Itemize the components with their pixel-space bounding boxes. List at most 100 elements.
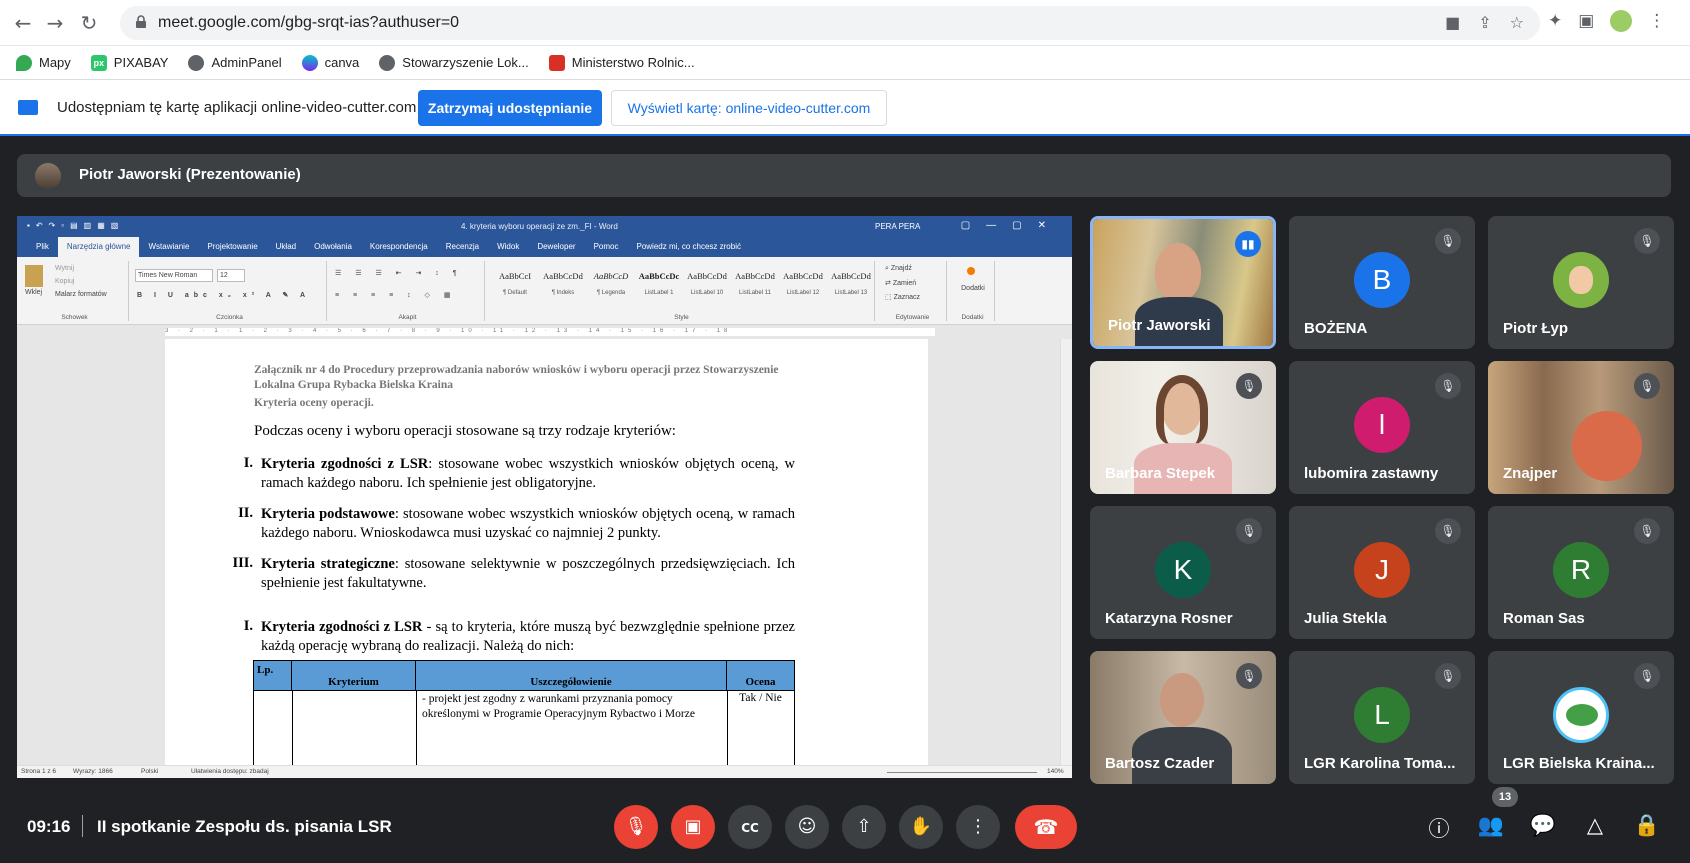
stop-sharing-button[interactable]: Zatrzymaj udostępnianie bbox=[418, 90, 602, 126]
tab-plik[interactable]: Plik bbox=[27, 237, 58, 257]
tab-recenzja[interactable]: Recenzja bbox=[437, 237, 488, 257]
font-name-box[interactable]: Times New Roman bbox=[135, 269, 213, 282]
select-button[interactable]: ⬚ Zaznacz bbox=[885, 293, 920, 301]
style-listlabel1[interactable]: AaBbCcDc ListLabel 1 bbox=[635, 265, 683, 305]
show-tab-button[interactable]: Wyświetl kartę: online-video-cutter.com bbox=[611, 90, 887, 126]
participant-tile[interactable]: 🎙 R Roman Sas bbox=[1488, 506, 1674, 639]
presenter-avatar bbox=[35, 163, 61, 189]
camera-off-icon: ▣ bbox=[684, 816, 702, 837]
present-button[interactable]: ⇧ bbox=[842, 805, 886, 849]
doc-intro: Podczas oceny i wyboru operacji stosowan… bbox=[254, 423, 676, 439]
tab-wstawianie[interactable]: Wstawianie bbox=[139, 237, 198, 257]
cut-button[interactable]: Wytnij bbox=[55, 265, 74, 272]
bookmark-pixabay[interactable]: px PIXABAY bbox=[90, 54, 168, 71]
participant-tile[interactable]: 🎙 l lubomira zastawny bbox=[1289, 361, 1475, 494]
activities-button[interactable]: △ bbox=[1580, 813, 1610, 837]
participant-tile[interactable]: 🎙 Bartosz Czader bbox=[1090, 651, 1276, 784]
find-label: Znajdź bbox=[890, 265, 912, 272]
bookmark-mapy[interactable]: Mapy bbox=[16, 54, 71, 71]
bookmark-ministerstwo[interactable]: Ministerstwo Rolnic... bbox=[548, 54, 695, 71]
participant-tile[interactable]: 🎙 LGR Bielska Kraina... bbox=[1488, 651, 1674, 784]
tab-narzedzia-glowne[interactable]: Narzędzia główne bbox=[57, 237, 140, 257]
tab-pomoc[interactable]: Pomoc bbox=[585, 237, 628, 257]
chat-button[interactable]: 💬 bbox=[1528, 813, 1558, 838]
menu-icon[interactable]: ⋮ bbox=[1648, 11, 1665, 31]
font-format-buttons[interactable]: B I U abc x₂ x² A ✎ A bbox=[137, 291, 310, 299]
style-preview: AaBbCcDd bbox=[831, 271, 871, 281]
participant-tile[interactable]: 🎙 J Julia Stekla bbox=[1289, 506, 1475, 639]
participant-tile[interactable]: 🎙 K Katarzyna Rosner bbox=[1090, 506, 1276, 639]
participant-tile[interactable]: 🎙 L LGR Karolina Toma... bbox=[1289, 651, 1475, 784]
participant-tile[interactable]: ▮▮ Piotr Jaworski bbox=[1090, 216, 1276, 349]
document-page[interactable]: Załącznik nr 4 do Procedury przeprowadza… bbox=[165, 339, 928, 771]
tab-widok[interactable]: Widok bbox=[488, 237, 528, 257]
find-button[interactable]: ⌕ Znajdź bbox=[885, 265, 912, 273]
star-icon[interactable]: ☆ bbox=[1510, 13, 1524, 32]
tab-uklad[interactable]: Układ bbox=[267, 237, 305, 257]
style-listlabel13[interactable]: AaBbCcDd ListLabel 13 bbox=[827, 265, 875, 305]
bookmark-label: AdminPanel bbox=[211, 55, 282, 70]
editing-group: ⌕ Znajdź ⇄ Zamień ⬚ Zaznacz Edytowanie bbox=[879, 261, 947, 321]
style-listlabel11[interactable]: AaBbCcDd ListLabel 11 bbox=[731, 265, 779, 305]
participant-tile[interactable]: 🎙 B BOŻENA bbox=[1289, 216, 1475, 349]
lock-icon[interactable] bbox=[134, 15, 148, 29]
font-size-box[interactable]: 12 bbox=[217, 269, 245, 282]
tab-odwolania[interactable]: Odwołania bbox=[305, 237, 361, 257]
criteria-item: Kryteria strategiczne: stosowane selekty… bbox=[261, 555, 795, 593]
addins-button[interactable]: Dodatki bbox=[953, 285, 993, 292]
people-button[interactable]: 👥 bbox=[1476, 813, 1506, 838]
tell-me-box[interactable]: Powiedz mi, co chcesz zrobić bbox=[627, 237, 749, 257]
host-controls-button[interactable]: 🔒 bbox=[1632, 813, 1662, 838]
more-options-button[interactable]: ⋮ bbox=[956, 805, 1000, 849]
style-listlabel10[interactable]: AaBbCcDd ListLabel 10 bbox=[683, 265, 731, 305]
status-accessibility[interactable]: Ułatwienia dostępu: zbadaj bbox=[191, 768, 269, 775]
captions-button[interactable]: CC bbox=[728, 805, 772, 849]
participant-tile[interactable]: 🎙 Barbara Stepek bbox=[1090, 361, 1276, 494]
tab-projektowanie[interactable]: Projektowanie bbox=[198, 237, 266, 257]
camera-icon[interactable]: ■ bbox=[1445, 13, 1460, 32]
participant-tile[interactable]: 🎙 Znajper bbox=[1488, 361, 1674, 494]
leave-call-button[interactable]: ☎ bbox=[1015, 805, 1077, 849]
people-icon: 👥 bbox=[1477, 813, 1505, 837]
extensions-icon[interactable]: ✦ bbox=[1548, 11, 1562, 31]
mic-off-icon: 🎙 bbox=[1634, 373, 1660, 399]
address-bar[interactable]: meet.google.com/gbg-srqt-ias?authuser=0 … bbox=[120, 6, 1540, 40]
zoom-slider[interactable] bbox=[887, 772, 1037, 773]
reload-icon[interactable]: ↻ bbox=[76, 10, 102, 36]
meeting-info-button[interactable]: ⓘ bbox=[1424, 813, 1454, 843]
participant-name: Katarzyna Rosner bbox=[1105, 610, 1233, 627]
profile-avatar[interactable] bbox=[1610, 10, 1633, 32]
back-icon[interactable]: ← bbox=[10, 10, 36, 36]
bookmark-stowarzyszenie[interactable]: Stowarzyszenie Lok... bbox=[379, 54, 529, 71]
list-buttons[interactable]: ☰ ☰ ☰ ⇤ ⇥ ↕ ¶ bbox=[335, 269, 463, 277]
bookmark-canva[interactable]: canva bbox=[301, 54, 359, 71]
tab-korespondencja[interactable]: Korespondencja bbox=[361, 237, 437, 257]
share-icon[interactable]: ⇪ bbox=[1478, 13, 1491, 32]
style-indeks[interactable]: AaBbCcDd ¶ Indeks bbox=[539, 265, 587, 305]
shared-screen[interactable]: ▪↶↷▫▤▥▦▧ 4. kryteria wyboru operacji ze … bbox=[17, 216, 1072, 778]
raise-hand-button[interactable]: ✋ bbox=[899, 805, 943, 849]
paste-button[interactable]: Wklej bbox=[25, 289, 42, 296]
style-listlabel12[interactable]: AaBbCcDd ListLabel 12 bbox=[779, 265, 827, 305]
reactions-button[interactable]: ☺ bbox=[785, 805, 829, 849]
quick-access-icons: ▪↶↷▫▤▥▦▧ bbox=[27, 221, 125, 230]
copy-button[interactable]: Kopiuj bbox=[55, 278, 74, 285]
style-preview: AaBbCcDd bbox=[735, 271, 775, 281]
replace-button[interactable]: ⇄ Zamień bbox=[885, 279, 916, 287]
participant-avatar: L bbox=[1354, 687, 1410, 743]
people-count-badge: 13 bbox=[1492, 787, 1518, 807]
tab-deweloper[interactable]: Deweloper bbox=[528, 237, 584, 257]
format-painter-button[interactable]: Malarz formatów bbox=[55, 291, 107, 298]
mic-off-button[interactable]: 🎙 bbox=[614, 805, 658, 849]
forward-icon[interactable]: → bbox=[42, 10, 68, 36]
style-name: ¶ Default bbox=[503, 290, 527, 296]
style-default[interactable]: AaBbCcI ¶ Default bbox=[491, 265, 539, 305]
bookmark-adminpanel[interactable]: AdminPanel bbox=[188, 54, 282, 71]
participant-tile[interactable]: 🎙 Piotr Łyp bbox=[1488, 216, 1674, 349]
style-legenda[interactable]: AaBbCcD ¶ Legenda bbox=[587, 265, 635, 305]
camera-off-button[interactable]: ▣ bbox=[671, 805, 715, 849]
screen-share-bar: Udostępniam tę kartę aplikacji online-vi… bbox=[0, 80, 1690, 136]
align-buttons[interactable]: ≡ ≡ ≡ ≡ ↕ ◇ ▦ bbox=[335, 291, 457, 299]
side-panel-icon[interactable]: ▣ bbox=[1578, 11, 1594, 31]
word-vertical-scrollbar[interactable] bbox=[1060, 339, 1072, 765]
